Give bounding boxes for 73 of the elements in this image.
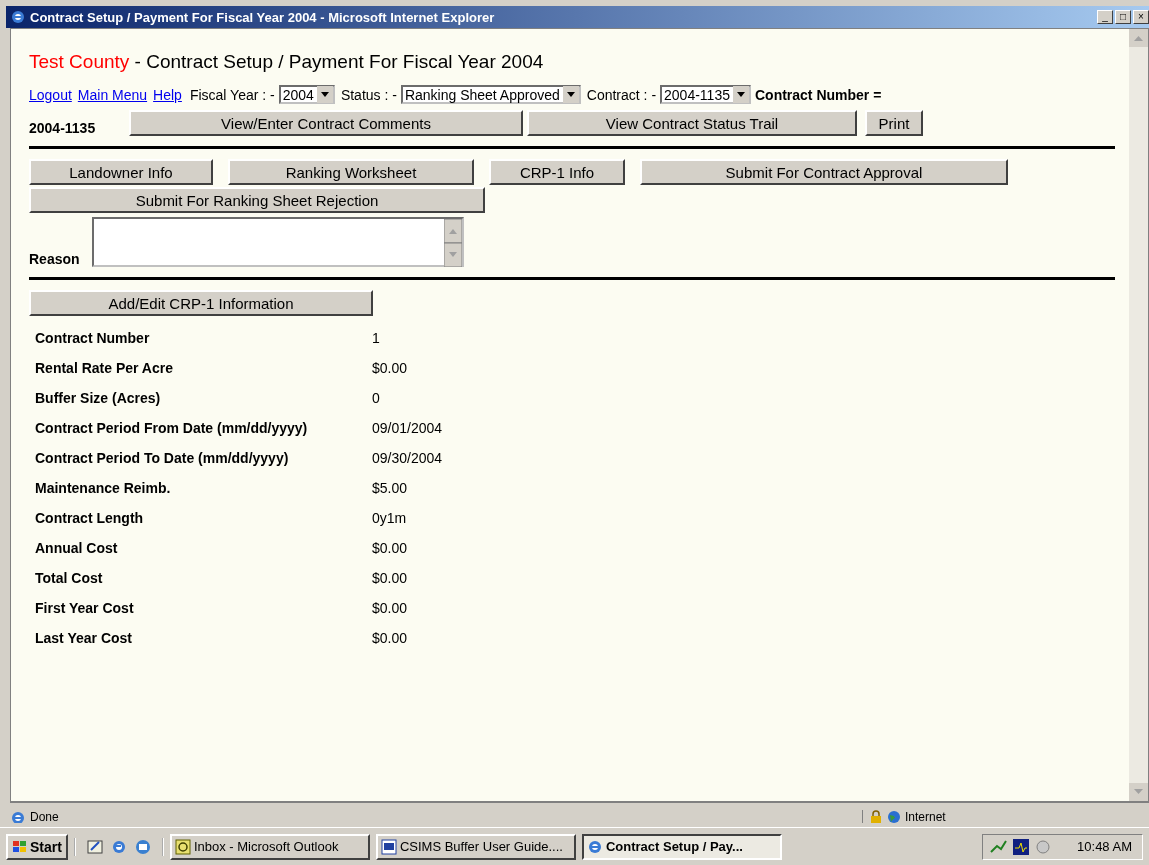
nav-link[interactable]: Logout [29, 86, 72, 103]
detail-label: Buffer Size (Acres) [35, 390, 162, 406]
detail-label: Contract Period To Date (mm/dd/yyyy) [35, 450, 290, 466]
nav-link[interactable]: Help [153, 86, 182, 103]
scrollbar-drawing [443, 219, 462, 267]
reason-label: Reason [29, 251, 80, 267]
dropdown[interactable]: Ranking Sheet Approved [400, 85, 581, 104]
detail-value: 1 [372, 330, 381, 346]
mail-icon [133, 837, 152, 856]
section-button[interactable]: Landowner Info [29, 159, 213, 185]
nav-link[interactable]: Main Menu [77, 86, 148, 103]
taskbar-button[interactable]: Contract Setup / Pay... [581, 833, 782, 860]
circle-icon [1035, 838, 1052, 855]
lock-icon [869, 810, 883, 823]
action-button[interactable]: Print [865, 110, 923, 136]
taskbar-button[interactable]: Inbox - Microsoft Outlook [169, 833, 370, 860]
minimize-button[interactable]: _ [1097, 10, 1113, 24]
contract-number-value: 2004-1135 [29, 120, 97, 136]
caret-icon [316, 86, 333, 103]
section-button[interactable]: Ranking Worksheet [228, 159, 474, 185]
detail-value: $0.00 [372, 570, 409, 586]
detail-label: Annual Cost [35, 540, 119, 556]
globe-icon [887, 810, 901, 823]
detail-label: Contract Period From Date (mm/dd/yyyy) [35, 420, 309, 436]
taskbar-button[interactable]: CSIMS Buffer User Guide.... [375, 833, 576, 860]
status-text: Done [30, 810, 59, 823]
action-button[interactable]: View Contract Status Trail [527, 110, 857, 136]
browser-icon [10, 9, 26, 25]
page-heading: - Contract Setup / Payment For Fiscal Year 2004 [133, 51, 544, 72]
contract-number-label: Contract Number = [754, 86, 882, 103]
detail-label: Rental Rate Per Acre [35, 360, 174, 376]
desktop-icon [85, 837, 104, 856]
dropdown[interactable]: 2004-1135 [660, 85, 751, 104]
filter-label: Status : - [340, 86, 397, 103]
start-button[interactable]: Start [6, 833, 68, 860]
detail-label: Contract Length [35, 510, 145, 526]
caret-icon [562, 86, 579, 103]
detail-value: $0.00 [372, 540, 409, 556]
close-button[interactable]: × [1133, 10, 1149, 24]
clock-icon [174, 838, 191, 855]
reason-field[interactable] [91, 217, 464, 267]
detail-value: $0.00 [372, 630, 409, 646]
detail-label: Contract Number [35, 330, 151, 346]
detail-value: 09/01/2004 [372, 420, 444, 436]
add-edit-button[interactable]: Add/Edit CRP-1 Information [29, 290, 373, 316]
monitor-icon [1013, 838, 1030, 855]
detail-label: Last Year Cost [35, 630, 133, 646]
detail-value: $0.00 [372, 600, 409, 616]
windows-logo-icon [12, 839, 28, 854]
detail-label: Maintenance Reimb. [35, 480, 172, 496]
zone-text: Internet [905, 810, 946, 823]
section-button[interactable]: Submit For Contract Approval [640, 159, 1008, 185]
filter-label: Fiscal Year : - [189, 86, 275, 103]
detail-value: $0.00 [372, 360, 409, 376]
detail-value: 09/30/2004 [372, 450, 444, 466]
detail-label: First Year Cost [35, 600, 135, 616]
detail-value: 0y1m [372, 510, 408, 526]
clock-text: 10:48 AM [1077, 839, 1132, 854]
dropdown[interactable]: 2004 [278, 85, 335, 104]
action-button[interactable]: View/Enter Contract Comments [129, 110, 523, 136]
caret-icon [732, 86, 749, 103]
filter-label: Contract : - [586, 86, 657, 103]
maximize-button[interactable]: □ [1115, 10, 1131, 24]
section-button[interactable]: Submit For Ranking Sheet Rejection [29, 187, 485, 213]
detail-label: Total Cost [35, 570, 104, 586]
window-title: Contract Setup / Payment For Fiscal Year 2004 - Microsoft Internet Explorer [30, 9, 495, 25]
section-button[interactable]: CRP-1 Info [489, 159, 625, 185]
page-icon [10, 810, 26, 823]
detail-value: 0 [372, 390, 381, 406]
browser-icon [586, 838, 603, 855]
detail-value: $5.00 [372, 480, 409, 496]
county-name: Test County [29, 51, 130, 72]
document-icon [380, 838, 397, 855]
